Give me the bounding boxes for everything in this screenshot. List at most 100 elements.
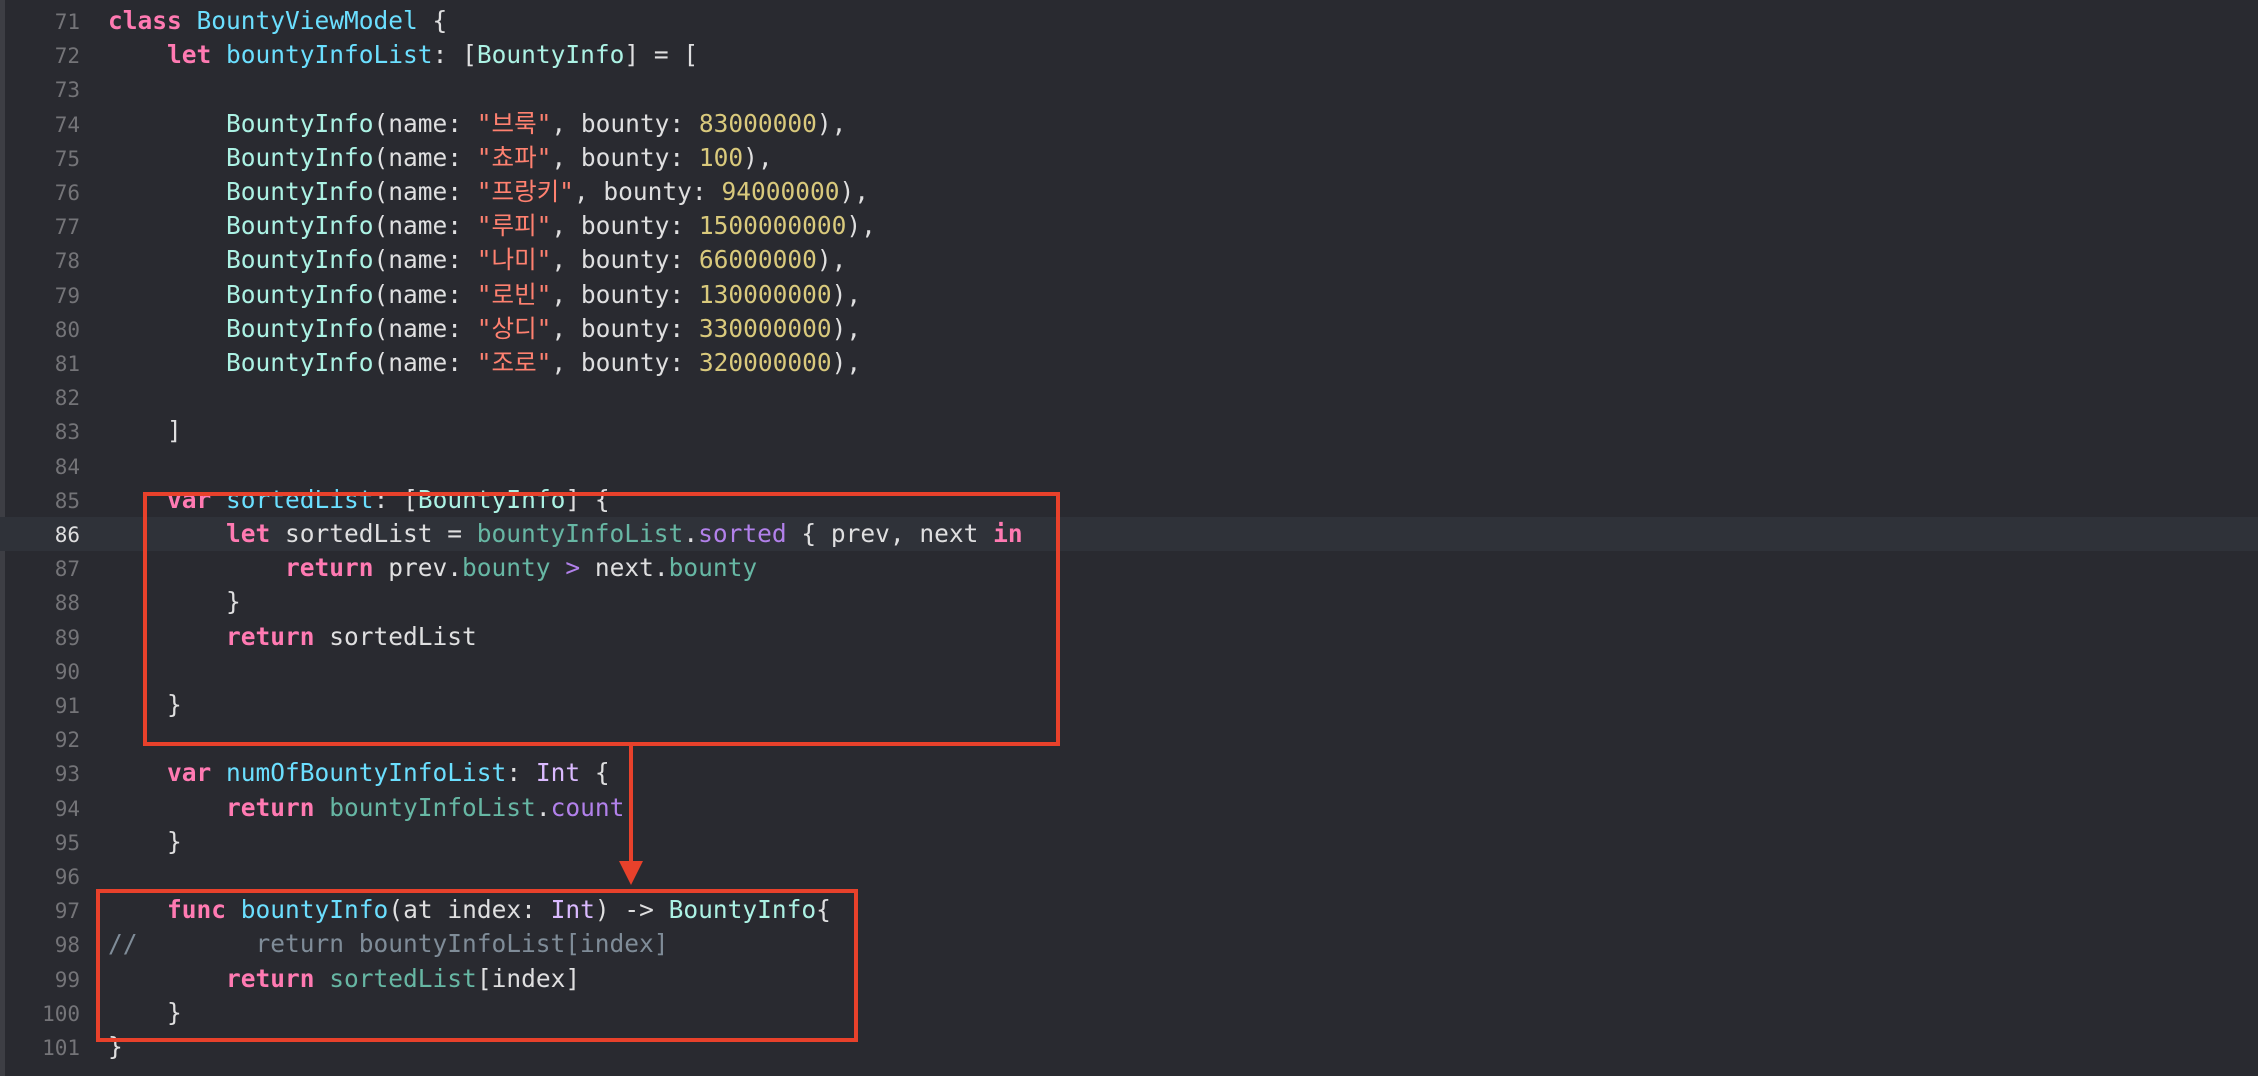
line-number: 80 — [54, 317, 80, 342]
code-token: ] — [108, 416, 182, 446]
code-line[interactable]: 83 ] — [0, 414, 2258, 448]
line-code: BountyInfo(name: "브룩", bounty: 83000000)… — [108, 109, 846, 139]
code-token: (name: — [373, 348, 477, 377]
code-token: { — [580, 758, 610, 788]
code-token: BountyInfo — [226, 279, 374, 309]
code-token: , bounty: — [573, 177, 722, 206]
line-code: BountyInfo(name: "쵸파", bounty: 100), — [108, 143, 773, 173]
code-line[interactable]: 79 BountyInfo(name: "로빈", bounty: 130000… — [0, 278, 2258, 312]
line-number: 83 — [54, 420, 80, 445]
line-code: BountyInfo(name: "루피", bounty: 150000000… — [108, 211, 876, 241]
code-line[interactable]: 71 class BountyViewModel { — [0, 4, 2258, 38]
line-number: 82 — [54, 386, 80, 411]
line-number: 81 — [54, 352, 80, 376]
code-token: , bounty: — [551, 108, 699, 138]
code-token: BountyInfo — [226, 108, 374, 138]
code-token: (name: — [373, 108, 477, 138]
code-token: (name: — [373, 313, 477, 343]
code-token: return — [226, 792, 315, 822]
code-token: "프랑키" — [476, 177, 574, 206]
code-line[interactable]: 96 — [0, 859, 2258, 893]
code-token: "나미" — [476, 245, 552, 275]
code-line[interactable]: 75 BountyInfo(name: "쵸파", bounty: 100), — [0, 141, 2258, 175]
line-number: 90 — [54, 659, 80, 684]
line-code: class BountyViewModel { — [108, 6, 447, 36]
code-token: BountyInfo — [226, 245, 374, 275]
code-token: (name: — [373, 279, 477, 309]
code-token: bountyInfoList — [226, 40, 433, 70]
code-editor[interactable]: 71 class BountyViewModel {72 let bountyIn… — [0, 0, 2258, 1076]
code-token: BountyInfo — [226, 177, 374, 206]
code-token: (name: — [373, 142, 477, 172]
code-line[interactable]: 84 — [0, 449, 2258, 483]
line-number: 72 — [54, 44, 80, 69]
line-code: BountyInfo(name: "조로", bounty: 320000000… — [108, 348, 861, 378]
code-token: , bounty: — [551, 211, 699, 241]
line-number: 93 — [54, 762, 80, 787]
code-line[interactable]: 95 } — [0, 825, 2258, 859]
code-token: count — [550, 792, 625, 822]
code-line[interactable]: 78 BountyInfo(name: "나미", bounty: 660000… — [0, 243, 2258, 277]
code-token: Int — [535, 758, 581, 788]
line-number: 78 — [54, 249, 80, 274]
line-number: 99 — [54, 967, 80, 992]
line-code: BountyInfo(name: "프랑키", bounty: 94000000… — [108, 177, 869, 207]
code-token: BountyInfo — [226, 313, 374, 343]
code-line[interactable]: 82 — [0, 380, 2258, 414]
code-token: 94000000 — [721, 177, 840, 206]
code-token: BountyInfo — [226, 211, 374, 241]
code-line[interactable]: 76 BountyInfo(name: "프랑키", bounty: 94000… — [0, 175, 2258, 209]
code-token: , bounty: — [551, 142, 699, 172]
line-number: 75 — [54, 146, 80, 171]
code-token: . — [535, 792, 551, 822]
code-token: ] = [ — [624, 40, 699, 70]
code-token: ), — [816, 245, 847, 275]
code-line[interactable]: 81 BountyInfo(name: "조로", bounty: 320000… — [0, 346, 2258, 380]
code-token: , bounty: — [551, 245, 699, 275]
code-token: let — [167, 40, 212, 70]
code-token: , bounty: — [551, 279, 699, 309]
code-token: (name: — [373, 211, 477, 241]
line-number: 77 — [54, 215, 80, 240]
code-line[interactable]: 73 — [0, 72, 2258, 106]
code-token: 320000000 — [698, 348, 832, 377]
line-code: } — [108, 827, 182, 857]
line-number: 94 — [54, 796, 80, 821]
line-number: 96 — [54, 865, 80, 889]
line-number: 88 — [54, 591, 80, 616]
code-line[interactable]: 93 var numOfBountyInfoList: Int { — [0, 756, 2258, 790]
line-number: 76 — [54, 181, 80, 205]
line-code: BountyInfo(name: "상디", bounty: 330000000… — [108, 314, 861, 344]
line-number: 101 — [42, 1036, 80, 1060]
code-token: var — [167, 758, 212, 788]
code-token: 1500000000 — [698, 211, 847, 241]
code-token: "루피" — [476, 211, 552, 241]
code-token: 130000000 — [698, 279, 832, 309]
code-token: ), — [816, 108, 847, 138]
code-line[interactable]: 80 BountyInfo(name: "상디", bounty: 330000… — [0, 312, 2258, 346]
code-line[interactable]: 72 let bountyInfoList: [BountyInfo] = [ — [0, 38, 2258, 72]
code-token: , bounty: — [551, 313, 699, 343]
code-token: : — [506, 758, 536, 788]
annotation-box-bounty-info-func — [96, 889, 858, 1042]
line-code: return bountyInfoList.count — [108, 793, 624, 823]
line-number: 100 — [42, 1001, 80, 1026]
line-number: 87 — [54, 557, 80, 582]
code-token: BountyInfo — [476, 40, 625, 70]
line-number: 84 — [54, 454, 80, 479]
line-number: 98 — [54, 933, 80, 958]
code-line[interactable]: 74 BountyInfo(name: "브룩", bounty: 830000… — [0, 107, 2258, 141]
code-line[interactable]: 94 return bountyInfoList.count — [0, 791, 2258, 825]
code-token: "상디" — [476, 313, 552, 343]
line-code: BountyInfo(name: "나미", bounty: 66000000)… — [108, 245, 846, 275]
line-code: var numOfBountyInfoList: Int { — [108, 758, 610, 788]
code-line[interactable]: 77 BountyInfo(name: "루피", bounty: 150000… — [0, 209, 2258, 243]
line-number: 95 — [54, 830, 80, 855]
